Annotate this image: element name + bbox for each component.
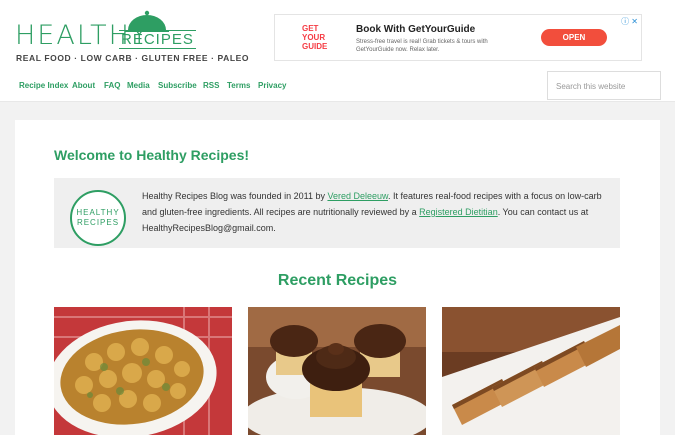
- badge-line-2: RECIPES: [76, 218, 120, 227]
- author-link[interactable]: Vered Deleeuw: [327, 191, 388, 201]
- site-logo[interactable]: HEALTHY RECIPES REAL FOOD · LOW CARB · G…: [15, 8, 249, 68]
- nav-media[interactable]: Media: [127, 81, 150, 90]
- welcome-heading: Welcome to Healthy Recipes!: [54, 147, 250, 163]
- ad-banner[interactable]: GET YOUR GUIDE Book With GetYourGuide St…: [274, 14, 642, 61]
- main-nav: Recipe Index About FAQ Media Subscribe R…: [0, 70, 675, 102]
- nav-about[interactable]: About: [72, 81, 95, 90]
- logo-tagline: REAL FOOD · LOW CARB · GLUTEN FREE · PAL…: [16, 53, 250, 63]
- ad-close-icon[interactable]: ⓘ ✕: [621, 16, 638, 27]
- dietitian-link[interactable]: Registered Dietitian: [419, 207, 498, 217]
- ad-brand-logo: GET YOUR GUIDE: [302, 24, 328, 51]
- ad-text: Stress-free travel is real! Grab tickets…: [356, 39, 488, 53]
- nav-privacy[interactable]: Privacy: [258, 81, 286, 90]
- recipe-image-zucchini: [54, 307, 232, 435]
- recent-recipes-heading: Recent Recipes: [277, 272, 398, 289]
- cloche-icon: [125, 10, 169, 32]
- search-input[interactable]: Search this website: [547, 71, 661, 100]
- badge-line-1: HEALTHY: [76, 208, 120, 217]
- recipe-image-cupcakes: [248, 307, 426, 435]
- site-header: HEALTHY RECIPES REAL FOOD · LOW CARB · G…: [0, 0, 675, 70]
- healthy-recipes-badge-logo: HEALTHY RECIPES: [70, 190, 126, 246]
- ad-title: Book With GetYourGuide: [356, 24, 476, 35]
- recipe-card-zucchini[interactable]: [54, 307, 232, 435]
- about-box: HEALTHY RECIPES Healthy Recipes Blog was…: [54, 178, 620, 248]
- about-text-part-1: Healthy Recipes Blog was founded in 2011…: [142, 191, 328, 201]
- nav-rss[interactable]: RSS: [203, 81, 219, 90]
- nav-recipe-index[interactable]: Recipe Index: [19, 81, 68, 90]
- ad-open-button[interactable]: OPEN: [541, 29, 607, 46]
- about-text: Healthy Recipes Blog was founded in 2011…: [142, 188, 612, 236]
- nav-faq[interactable]: FAQ: [104, 81, 120, 90]
- recipe-image-banana-bread: [442, 307, 620, 435]
- nav-terms[interactable]: Terms: [227, 81, 250, 90]
- nav-subscribe[interactable]: Subscribe: [158, 81, 197, 90]
- main-content: Welcome to Healthy Recipes! HEALTHY RECI…: [15, 120, 660, 435]
- recipe-card-cupcakes[interactable]: [248, 307, 426, 435]
- recipe-card-banana-bread[interactable]: [442, 307, 620, 435]
- logo-recipes-text: RECIPES: [119, 30, 196, 49]
